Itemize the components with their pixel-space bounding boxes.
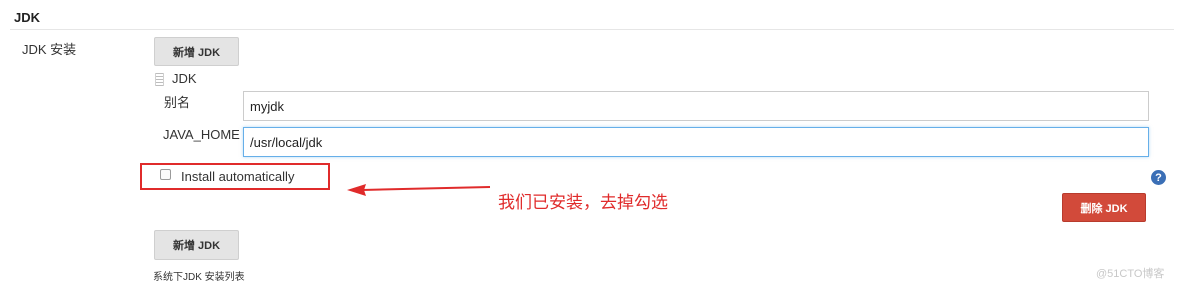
java-home-input[interactable] xyxy=(243,127,1149,157)
section-divider xyxy=(10,29,1174,30)
delete-jdk-button[interactable]: 删除 JDK xyxy=(1062,193,1146,222)
add-jdk-button-bottom[interactable]: 新增 JDK xyxy=(154,230,239,260)
jdk-list-caption: 系统下JDK 安装列表 xyxy=(153,272,245,283)
jdk-install-label: JDK 安装 xyxy=(22,42,77,57)
alias-input[interactable] xyxy=(243,91,1149,121)
drag-handle-icon[interactable] xyxy=(155,73,164,86)
annotation-text: 我们已安装，去掉勾选 xyxy=(498,193,668,213)
jdk-item-title: JDK xyxy=(172,71,197,86)
watermark: @51CTO博客 xyxy=(1096,268,1165,280)
install-automatically-label[interactable]: Install automatically xyxy=(181,169,294,184)
section-title: JDK xyxy=(14,10,41,25)
add-jdk-button-top[interactable]: 新增 JDK xyxy=(154,37,239,66)
alias-label: 别名 xyxy=(164,95,191,110)
install-automatically-checkbox[interactable] xyxy=(160,169,171,180)
java-home-label: JAVA_HOME xyxy=(163,127,240,142)
help-icon[interactable]: ? xyxy=(1151,170,1166,185)
